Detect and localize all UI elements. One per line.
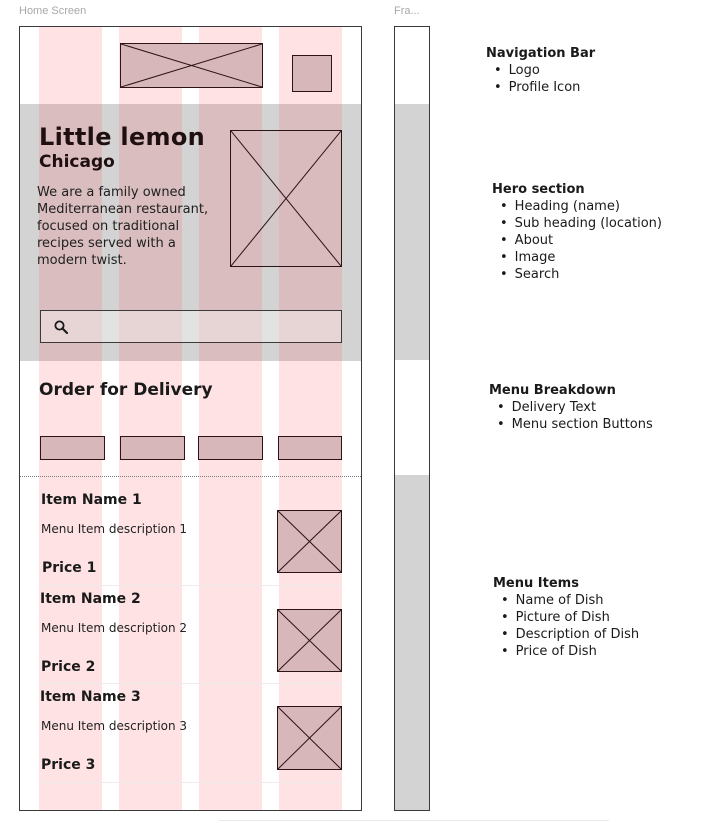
annotation-heading: Hero section bbox=[492, 182, 585, 197]
annotation-item: About bbox=[500, 232, 662, 249]
menu-row-divider bbox=[40, 782, 342, 783]
annotation-item: Logo bbox=[494, 62, 595, 79]
annotation-hero-section: Hero section Heading (name) Sub heading … bbox=[492, 182, 662, 283]
profile-icon-placeholder[interactable] bbox=[292, 55, 332, 92]
annotation-menu-items: Menu Items Name of Dish Picture of Dish … bbox=[493, 576, 639, 660]
menu-section-button-3[interactable] bbox=[198, 436, 263, 460]
menu-section-button-2[interactable] bbox=[120, 436, 185, 460]
annotation-item: Price of Dish bbox=[501, 643, 639, 660]
hero-image-placeholder bbox=[230, 130, 342, 267]
hero-about-text: We are a family owned Mediterranean rest… bbox=[37, 185, 209, 268]
hero-subtitle: Chicago bbox=[39, 152, 115, 172]
hero-title: Little lemon bbox=[39, 123, 206, 151]
second-frame-label[interactable]: Fra... bbox=[394, 5, 420, 17]
annotation-item: Picture of Dish bbox=[501, 609, 639, 626]
menu-item-price: Price 1 bbox=[42, 560, 97, 576]
menu-item-description: Menu Item description 2 bbox=[41, 621, 188, 635]
annotation-heading: Menu Items bbox=[493, 576, 579, 591]
home-screen-frame[interactable]: Little lemon Chicago We are a family own… bbox=[19, 26, 362, 811]
order-for-delivery-title: Order for Delivery bbox=[39, 380, 213, 400]
annotation-item: Sub heading (location) bbox=[500, 215, 662, 232]
annotation-item: Heading (name) bbox=[500, 198, 662, 215]
menu-row-divider bbox=[40, 683, 342, 684]
menu-item-name[interactable]: Item Name 1 bbox=[41, 492, 142, 508]
logo-placeholder[interactable] bbox=[120, 43, 263, 88]
menu-item-image[interactable] bbox=[277, 510, 342, 573]
section-divider bbox=[20, 476, 361, 477]
annotation-item: Name of Dish bbox=[501, 592, 639, 609]
annotation-item: Delivery Text bbox=[497, 399, 653, 416]
home-screen-frame-label[interactable]: Home Screen bbox=[19, 5, 86, 17]
menu-item-price: Price 2 bbox=[41, 659, 96, 675]
menu-item-description: Menu Item description 1 bbox=[41, 522, 188, 536]
annotation-item: Menu section Buttons bbox=[497, 416, 653, 433]
annotation-item: Profile Icon bbox=[494, 79, 595, 96]
annotation-item: Image bbox=[500, 249, 662, 266]
search-icon[interactable] bbox=[52, 318, 70, 336]
menu-item-price: Price 3 bbox=[41, 757, 96, 773]
annotation-navigation-bar: Navigation Bar Logo Profile Icon bbox=[486, 46, 595, 96]
second-frame-gray-block bbox=[395, 104, 429, 360]
menu-section-button-4[interactable] bbox=[278, 436, 342, 460]
second-frame[interactable] bbox=[394, 26, 430, 811]
menu-section-button-1[interactable] bbox=[40, 436, 105, 460]
annotation-item: Description of Dish bbox=[501, 626, 639, 643]
menu-item-image[interactable] bbox=[277, 609, 342, 672]
menu-item-name[interactable]: Item Name 2 bbox=[40, 591, 141, 607]
second-frame-gray-block bbox=[395, 475, 429, 810]
annotation-item: Search bbox=[500, 266, 662, 283]
annotation-menu-breakdown: Menu Breakdown Delivery Text Menu sectio… bbox=[489, 383, 653, 433]
search-bar[interactable] bbox=[40, 310, 342, 343]
annotation-heading: Menu Breakdown bbox=[489, 383, 616, 398]
menu-item-description: Menu Item description 3 bbox=[41, 719, 188, 733]
canvas-edge-line bbox=[219, 820, 609, 821]
annotation-heading: Navigation Bar bbox=[486, 46, 596, 61]
menu-item-name[interactable]: Item Name 3 bbox=[40, 689, 141, 705]
menu-row-divider bbox=[40, 585, 342, 586]
menu-item-image[interactable] bbox=[277, 706, 342, 770]
